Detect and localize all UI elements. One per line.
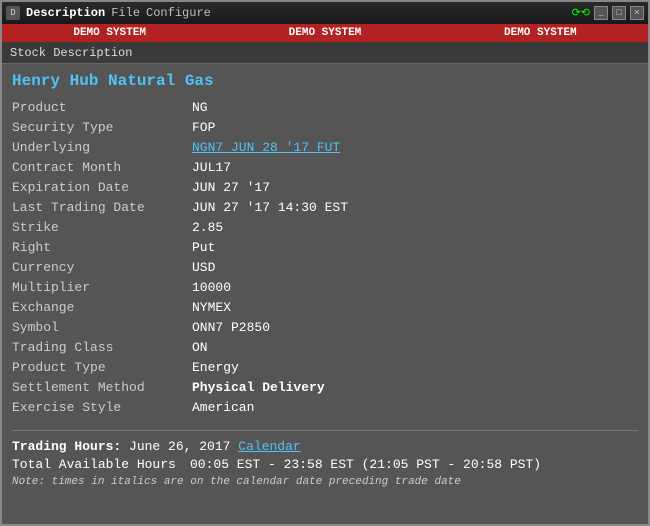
fields-container: Product NG Security Type FOP Underlying … <box>12 100 638 418</box>
value-symbol: ONN7 P2850 <box>192 320 270 335</box>
value-expiration-date: JUN 27 '17 <box>192 180 270 195</box>
field-expiration-date: Expiration Date JUN 27 '17 <box>12 180 638 198</box>
field-currency: Currency USD <box>12 260 638 278</box>
value-product-type: Energy <box>192 360 239 375</box>
label-expiration-date: Expiration Date <box>12 180 192 195</box>
field-contract-month: Contract Month JUL17 <box>12 160 638 178</box>
value-last-trading-date: JUN 27 '17 14:30 EST <box>192 200 348 215</box>
stock-title: Henry Hub Natural Gas <box>12 72 638 90</box>
field-underlying: Underlying NGN7 JUN 28 '17 FUT <box>12 140 638 158</box>
label-last-trading-date: Last Trading Date <box>12 200 192 215</box>
calendar-link-span[interactable]: Calendar <box>238 439 300 454</box>
label-trading-class: Trading Class <box>12 340 192 355</box>
label-exchange: Exchange <box>12 300 192 315</box>
section-header: Stock Description <box>2 42 648 64</box>
app-title: Description <box>26 6 105 20</box>
section-title: Stock Description <box>10 46 132 60</box>
label-product: Product <box>12 100 192 115</box>
label-contract-month: Contract Month <box>12 160 192 175</box>
field-security-type: Security Type FOP <box>12 120 638 138</box>
note-text: Note: times in italics are on the calend… <box>12 476 638 488</box>
trading-hours-section: Trading Hours: June 26, 2017 Calendar To… <box>12 430 638 488</box>
demo-label-3: DEMO SYSTEM <box>504 27 577 39</box>
value-strike: 2.85 <box>192 220 223 235</box>
label-settlement-method: Settlement Method <box>12 380 192 395</box>
window-controls: ⟳⟲ _ □ × <box>568 6 644 20</box>
label-underlying: Underlying <box>12 140 192 155</box>
field-settlement-method: Settlement Method Physical Delivery <box>12 380 638 398</box>
content-area: Henry Hub Natural Gas Product NG Securit… <box>2 64 648 524</box>
total-hours-row: Total Available Hours 00:05 EST - 23:58 … <box>12 457 638 472</box>
trading-hours-header: Trading Hours: June 26, 2017 Calendar <box>12 439 638 454</box>
title-bar: D Description File Configure ⟳⟲ _ □ × <box>2 2 648 24</box>
value-exchange: NYMEX <box>192 300 231 315</box>
value-trading-class: ON <box>192 340 208 355</box>
field-strike: Strike 2.85 <box>12 220 638 238</box>
minimize-button[interactable]: _ <box>594 6 608 20</box>
demo-bar: DEMO SYSTEM DEMO SYSTEM DEMO SYSTEM <box>2 24 648 42</box>
value-security-type: FOP <box>192 120 215 135</box>
value-exercise-style: American <box>192 400 254 415</box>
total-hours-value: 00:05 EST - 23:58 EST (21:05 PST - 20:58… <box>190 457 541 472</box>
trading-hours-label-span: Trading Hours: <box>12 439 121 454</box>
field-trading-class: Trading Class ON <box>12 340 638 358</box>
label-exercise-style: Exercise Style <box>12 400 192 415</box>
trading-hours-date-span: June 26, 2017 <box>129 439 230 454</box>
menu-configure[interactable]: Configure <box>146 6 211 20</box>
close-button[interactable]: × <box>630 6 644 20</box>
label-currency: Currency <box>12 260 192 275</box>
menu-file[interactable]: File <box>111 6 140 20</box>
field-product: Product NG <box>12 100 638 118</box>
maximize-button[interactable]: □ <box>612 6 626 20</box>
field-multiplier: Multiplier 10000 <box>12 280 638 298</box>
value-underlying[interactable]: NGN7 JUN 28 '17 FUT <box>192 140 340 155</box>
value-settlement-method: Physical Delivery <box>192 380 325 395</box>
field-exercise-style: Exercise Style American <box>12 400 638 418</box>
label-security-type: Security Type <box>12 120 192 135</box>
field-product-type: Product Type Energy <box>12 360 638 378</box>
label-symbol: Symbol <box>12 320 192 335</box>
value-right: Put <box>192 240 215 255</box>
label-multiplier: Multiplier <box>12 280 192 295</box>
value-contract-month: JUL17 <box>192 160 231 175</box>
field-right: Right Put <box>12 240 638 258</box>
value-currency: USD <box>192 260 215 275</box>
main-window: D Description File Configure ⟳⟲ _ □ × DE… <box>0 0 650 526</box>
field-symbol: Symbol ONN7 P2850 <box>12 320 638 338</box>
demo-label-1: DEMO SYSTEM <box>73 27 146 39</box>
field-last-trading-date: Last Trading Date JUN 27 '17 14:30 EST <box>12 200 638 218</box>
value-product: NG <box>192 100 208 115</box>
value-multiplier: 10000 <box>192 280 231 295</box>
demo-label-2: DEMO SYSTEM <box>289 27 362 39</box>
field-exchange: Exchange NYMEX <box>12 300 638 318</box>
connection-icon: ⟳⟲ <box>572 6 590 20</box>
label-right: Right <box>12 240 192 255</box>
label-strike: Strike <box>12 220 192 235</box>
label-product-type: Product Type <box>12 360 192 375</box>
total-hours-label: Total Available Hours <box>12 457 182 472</box>
app-icon: D <box>6 6 20 20</box>
